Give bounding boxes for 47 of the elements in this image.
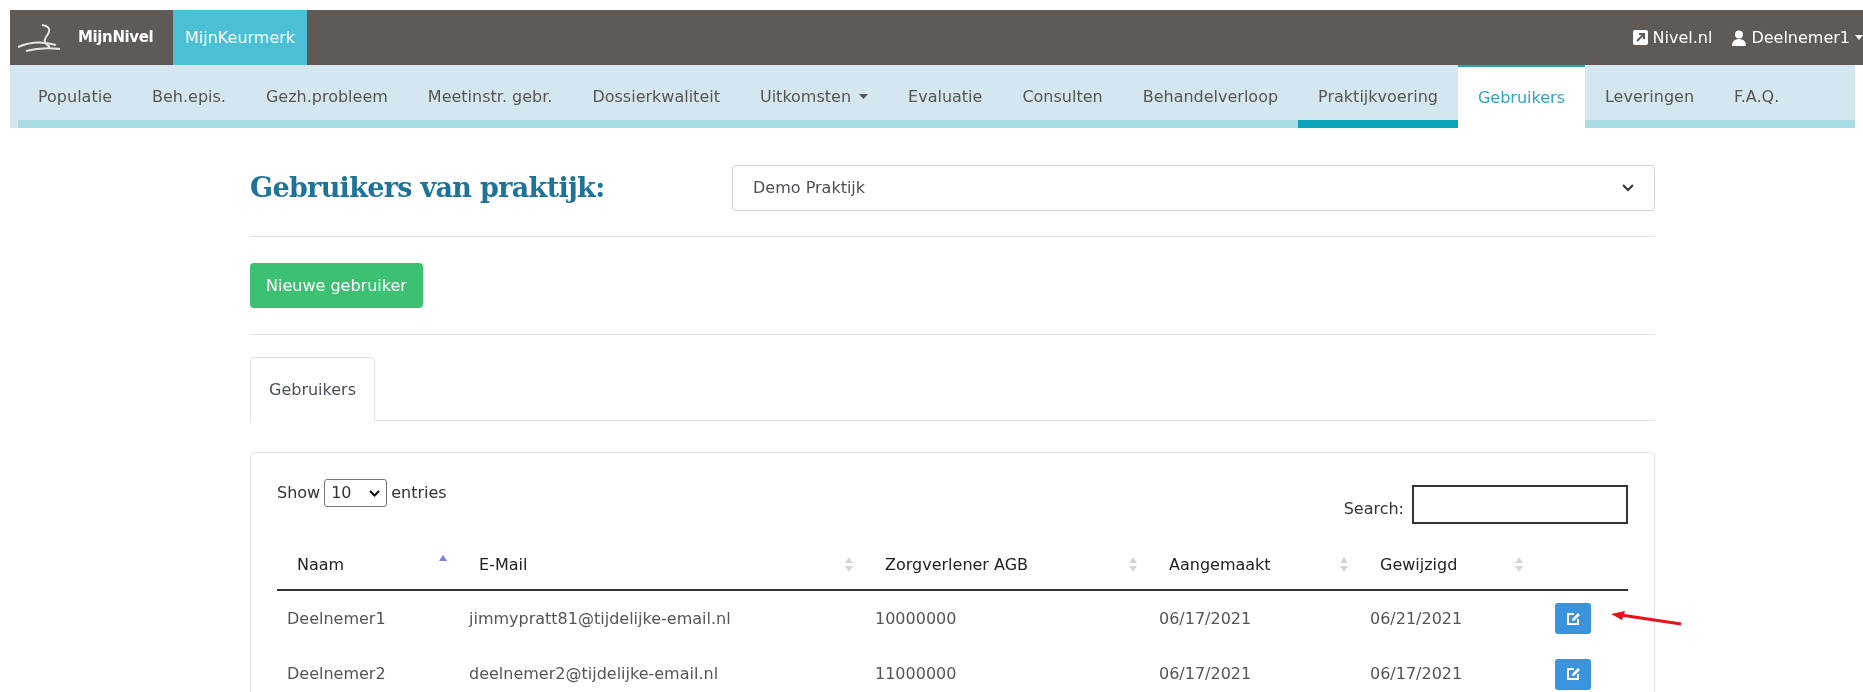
table-cell: 11000000 (875, 664, 957, 683)
table-cell: 06/17/2021 (1370, 664, 1463, 683)
nav-tab[interactable]: Evaluatie (888, 65, 1003, 128)
edit-icon (1565, 611, 1581, 626)
chevron-icon (1622, 184, 1634, 192)
nav-tab[interactable]: Behandelverloop (1122, 65, 1299, 128)
user-icon (1732, 29, 1747, 46)
nav-tab[interactable]: Dossierkwaliteit (572, 65, 740, 128)
table-cell: Deelnemer2 (287, 664, 386, 683)
nav-tab[interactable]: Gebruikers (1457, 65, 1585, 128)
column-header[interactable]: Aangemaakt (1149, 540, 1360, 590)
user-menu[interactable]: Deelnemer1 (1732, 25, 1863, 50)
practice-select[interactable]: Demo Praktijk (732, 165, 1655, 211)
nav-tab[interactable]: Populatie (18, 65, 132, 128)
nav-tab[interactable]: Consulten (1002, 65, 1123, 128)
external-link-icon (1632, 30, 1648, 45)
table-cell: deelnemer2@tijdelijke-email.nl (469, 664, 719, 683)
search-label: Search: (1343, 498, 1404, 520)
external-link[interactable]: Nivel.nl (1632, 25, 1713, 50)
caret-icon (1855, 35, 1863, 40)
column-header[interactable]: Gewijzigd (1360, 540, 1535, 590)
table-cell: 06/17/2021 (1159, 664, 1252, 683)
nav-tab[interactable]: Leveringen (1585, 65, 1715, 128)
tab[interactable]: Gebruikers (250, 357, 375, 422)
table-cell: Deelnemer1 (287, 608, 386, 628)
show-label: Show (277, 482, 321, 504)
entries-label: entries (391, 482, 447, 504)
column-header[interactable]: Naam (277, 540, 459, 590)
column-header[interactable]: E-Mail (459, 540, 865, 590)
edit-button[interactable] (1555, 658, 1591, 690)
entries-select[interactable]: 10 (324, 479, 388, 507)
brand-name[interactable]: MijnNivel (78, 26, 154, 49)
table-cell: jimmypratt81@tijdelijke-email.nl (469, 608, 731, 628)
edit-icon (1565, 667, 1581, 681)
nav-tab[interactable]: Uitkomsten (739, 65, 889, 128)
chevron-icon (369, 489, 381, 497)
nav-tab[interactable]: F.A.Q. (1714, 65, 1800, 128)
search-field[interactable] (1412, 485, 1628, 524)
nav-tab[interactable]: Meetinstr. gebr. (407, 65, 573, 128)
table-cell: 10000000 (875, 608, 957, 628)
nav-tab[interactable]: Gezh.probleem (245, 65, 408, 128)
nav-tab[interactable]: Beh.epis. (132, 65, 246, 128)
edit-button[interactable] (1555, 603, 1591, 634)
table-cell: 06/17/2021 (1159, 608, 1252, 628)
table-cell: 06/21/2021 (1370, 608, 1463, 628)
page-heading: Gebruikers van praktijk: (250, 170, 606, 205)
column-header[interactable]: Zorgverlener AGB (865, 540, 1149, 590)
